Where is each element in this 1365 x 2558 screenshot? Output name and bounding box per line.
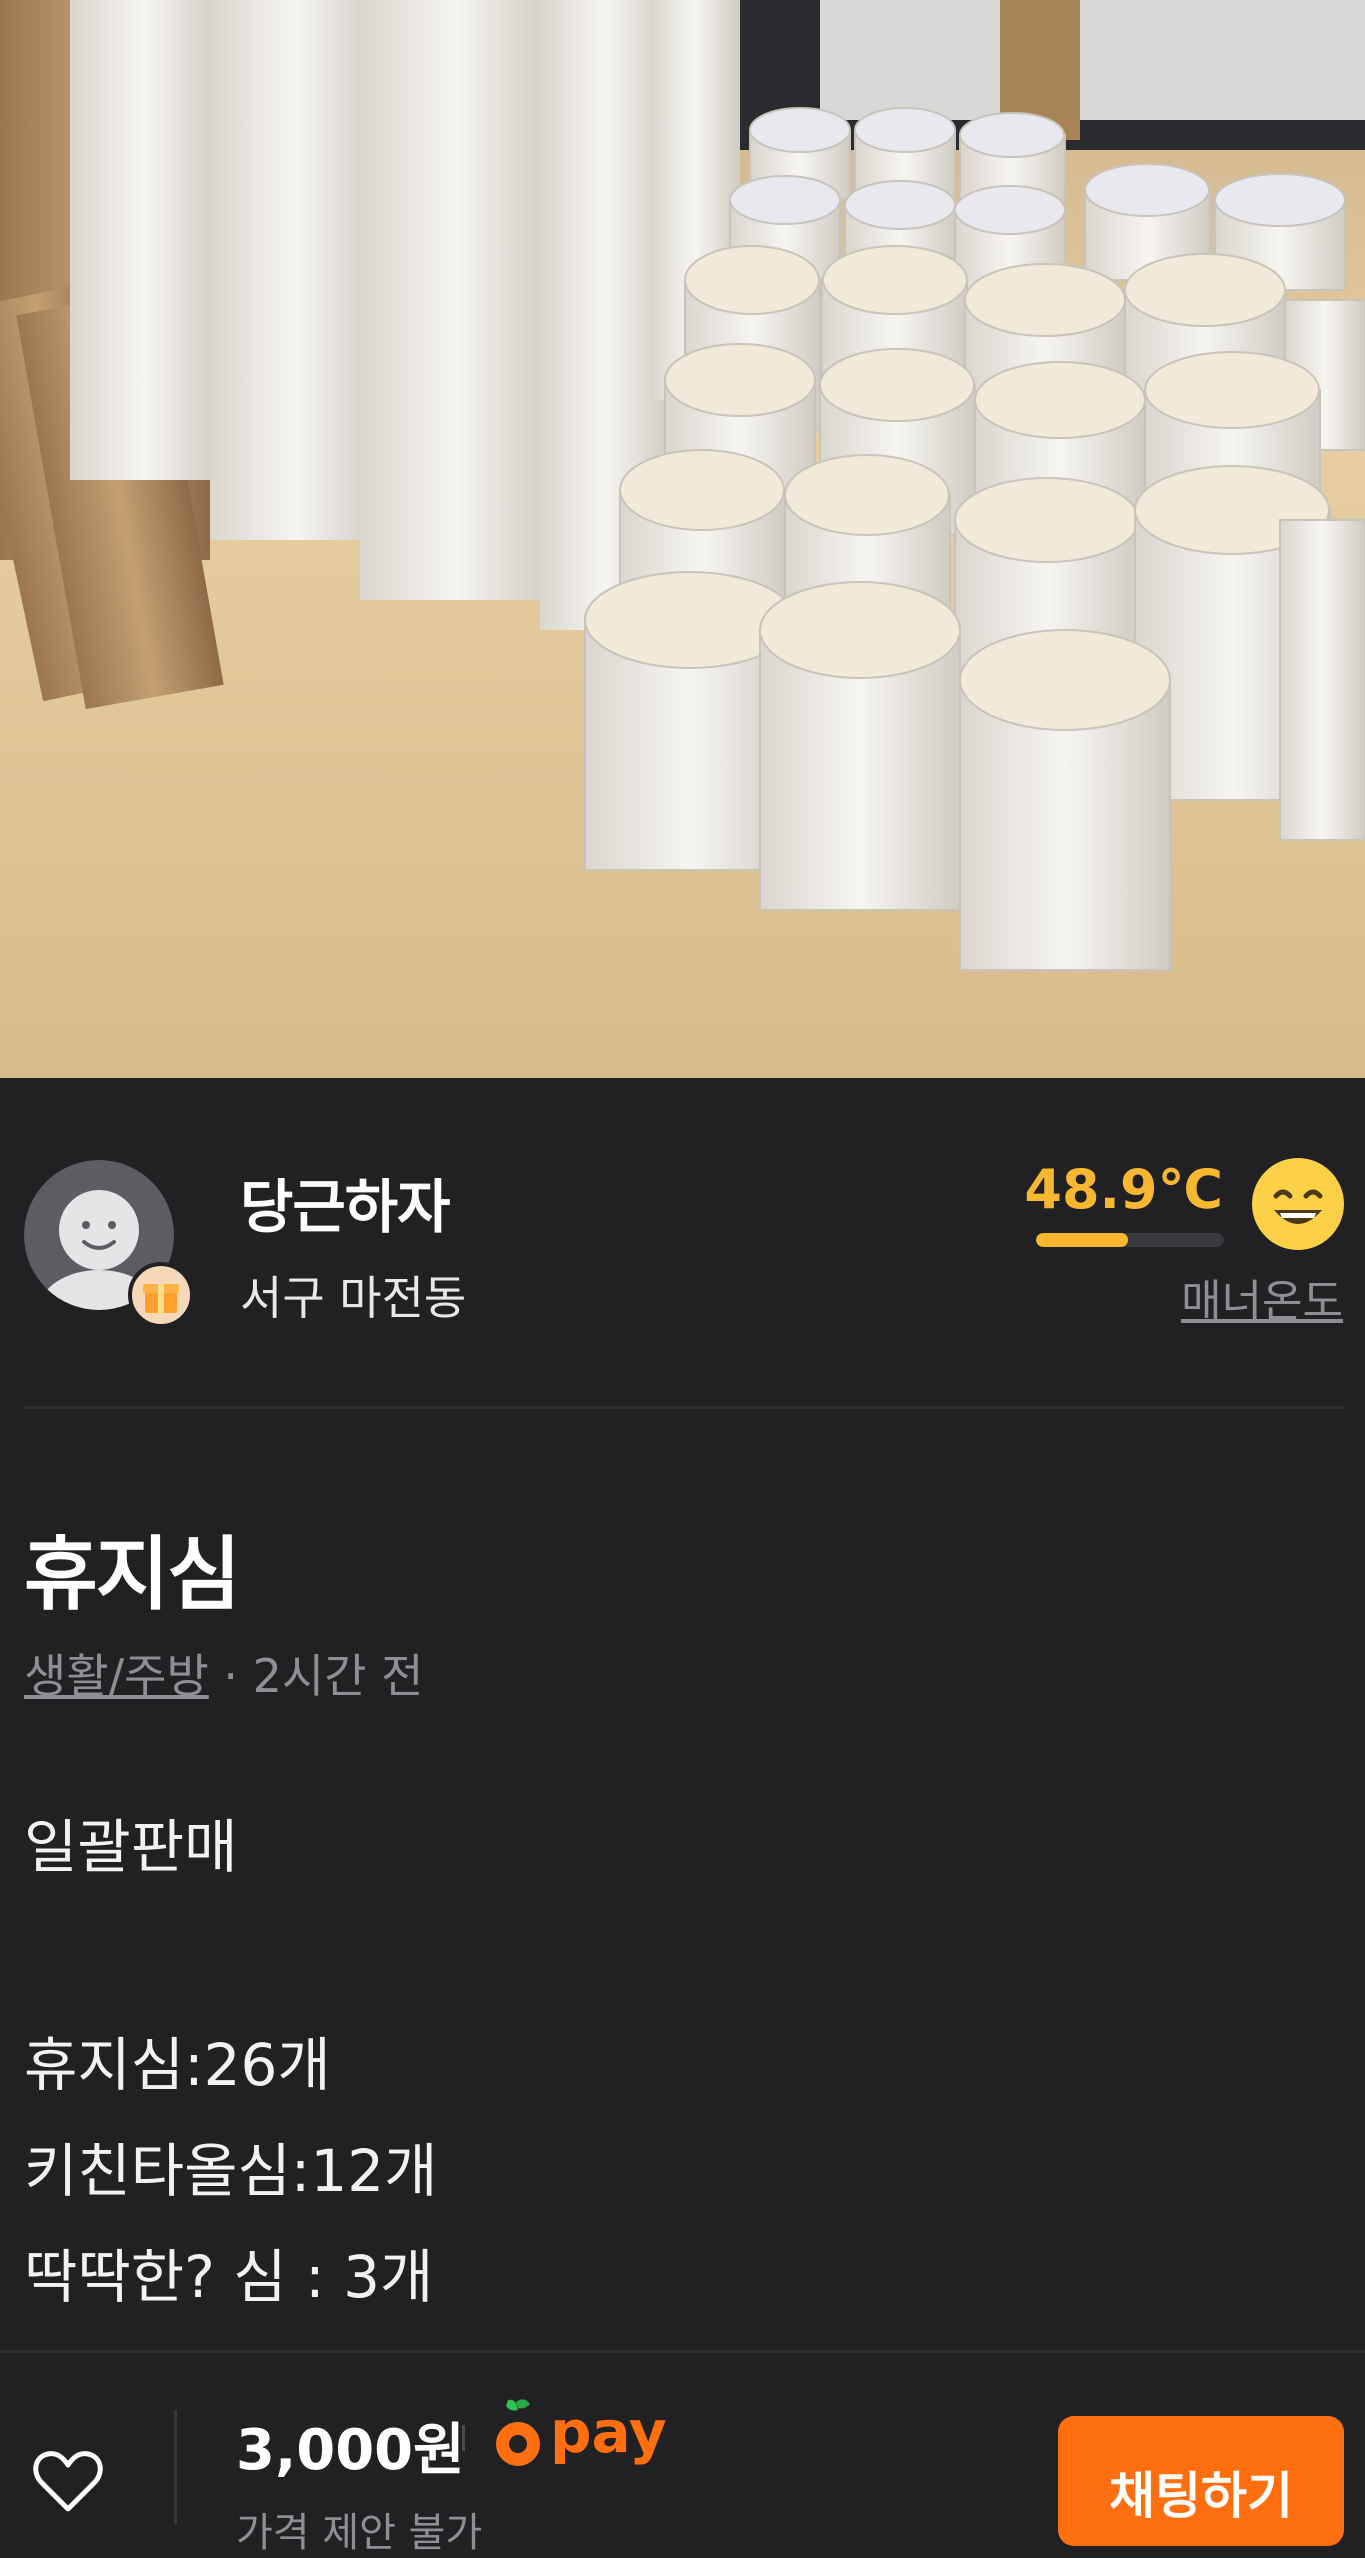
description-line: 딱딱한? 심 : 3개 [24, 2243, 434, 2311]
meta-separator: · [208, 1649, 253, 1703]
manner-temperature-fill [1036, 1233, 1128, 1247]
item-price: 3,000원 [236, 2418, 465, 2483]
manner-temperature-bar [1036, 1233, 1224, 1247]
item-posted-time: 2시간 전 [252, 1649, 424, 1703]
chat-button[interactable]: 채팅하기 [1058, 2416, 1344, 2546]
seller-nickname[interactable]: 당근하자 [240, 1160, 450, 1244]
divider [24, 1406, 1344, 1409]
carrot-pay-icon [496, 2399, 540, 2466]
heart-icon[interactable] [32, 2445, 104, 2517]
vertical-divider [174, 2410, 177, 2524]
description-line: 키친타올심:12개 [24, 2137, 438, 2205]
item-meta: 생활/주방 · 2시간 전 [24, 1640, 424, 1706]
manner-temperature: 48.9℃ [1024, 1158, 1223, 1221]
pay-separator [462, 2425, 465, 2451]
pay-label: pay [550, 2398, 667, 2466]
seller-location: 서구 마전동 [240, 1271, 467, 1325]
gift-badge-icon [128, 1262, 194, 1328]
photo-illustration [0, 0, 1365, 1078]
description-line: 휴지심:26개 [24, 2031, 331, 2099]
price-offer-note: 가격 제안 불가 [236, 2510, 483, 2556]
item-category-link[interactable]: 생활/주방 [24, 1649, 209, 1703]
description-line: 일괄판매 [24, 1813, 238, 1881]
item-title: 휴지심 [24, 1528, 241, 1621]
smile-face-icon [1252, 1158, 1344, 1250]
listing-photo[interactable] [0, 0, 1365, 1078]
manner-temperature-label[interactable]: 매너온도 [1181, 1265, 1343, 1329]
